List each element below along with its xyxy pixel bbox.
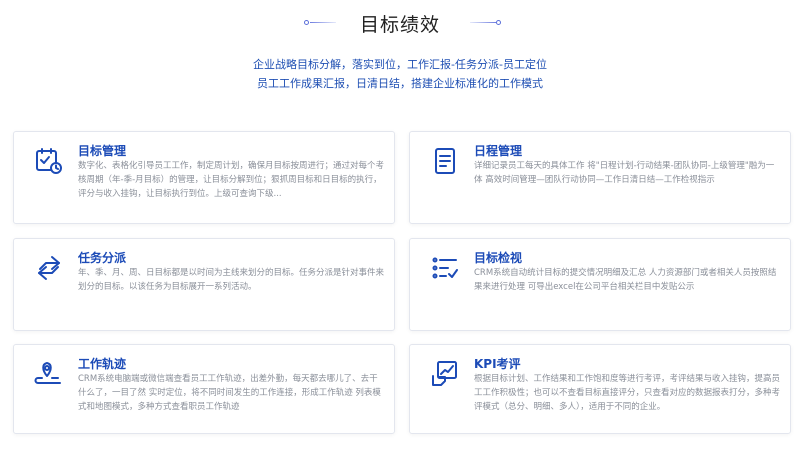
card-description: CRM系统自动统计目标的提交情况明细及汇总 人力资源部门或者相关人员按照结果来进… — [474, 268, 777, 292]
decoration-dot — [496, 20, 501, 25]
subtitle-line-1: 企业战略目标分解，落实到位，工作汇报-任务分派-员工定位 — [253, 58, 547, 71]
card-description: 根据目标计划、工作结果和工作饱和度等进行考评，考评结果与收入挂钩，提高员工工作积… — [474, 374, 781, 412]
page-title: 目标绩效 — [359, 14, 440, 36]
card-description: CRM系统电脑端或微信端查看员工工作轨迹，出差外勤，每天都去哪儿了、去干什么了，… — [78, 374, 381, 412]
feature-card-goal-review[interactable]: 目标检视 CRM系统自动统计目标的提交情况明细及汇总 人力资源部门或者相关人员按… — [409, 238, 791, 331]
calendar-check-icon — [34, 146, 64, 176]
subtitle-line-2: 员工工作成果汇报，日清日结，搭建企业标准化的工作模式 — [257, 77, 543, 90]
card-title: 工作轨迹 — [78, 357, 127, 371]
document-list-icon — [430, 146, 460, 176]
card-title: 目标检视 — [474, 251, 523, 265]
feature-card-schedule-management[interactable]: 日程管理 详细记录员工每天的具体工作 将"日程计划-行动结果-团队协同-上级管理… — [409, 131, 791, 224]
card-title: 日程管理 — [474, 144, 523, 158]
swap-arrows-icon — [34, 253, 64, 283]
card-description: 数字化、表格化引导员工工作，制定周计划，确保月目标按周进行；通过对每个考核周期（… — [78, 161, 385, 199]
card-title: 目标管理 — [78, 144, 127, 158]
feature-card-work-track[interactable]: 工作轨迹 CRM系统电脑端或微信端查看员工工作轨迹，出差外勤，每天都去哪儿了、去… — [13, 344, 395, 434]
feature-card-task-assignment[interactable]: 任务分派 年、季、月、周、日目标都是以时间为主线来划分的目标。任务分派是针对事件… — [13, 238, 395, 331]
title-decoration-right — [470, 20, 502, 25]
route-pin-icon — [34, 359, 64, 389]
card-title: 任务分派 — [78, 251, 127, 265]
decoration-line — [470, 22, 496, 23]
card-description: 年、季、月、周、日目标都是以时间为主线来划分的目标。任务分派是针对事件来划分的目… — [78, 268, 385, 292]
card-description: 详细记录员工每天的具体工作 将"日程计划-行动结果-团队协同-上级管理"融为一体… — [474, 161, 775, 185]
card-title: KPI考评 — [474, 357, 521, 371]
chart-evaluation-icon — [430, 359, 460, 389]
checklist-icon — [430, 253, 460, 283]
title-row: 目标绩效 — [0, 10, 800, 36]
feature-card-kpi-evaluation[interactable]: KPI考评 根据目标计划、工作结果和工作饱和度等进行考评，考评结果与收入挂钩，提… — [409, 344, 791, 434]
feature-card-goal-management[interactable]: 目标管理 数字化、表格化引导员工工作，制定周计划，确保月目标按周进行；通过对每个… — [13, 131, 395, 224]
section-header: 目标绩效 企业战略目标分解，落实到位，工作汇报-任务分派-员工定位 员工工作成果… — [0, 0, 800, 100]
